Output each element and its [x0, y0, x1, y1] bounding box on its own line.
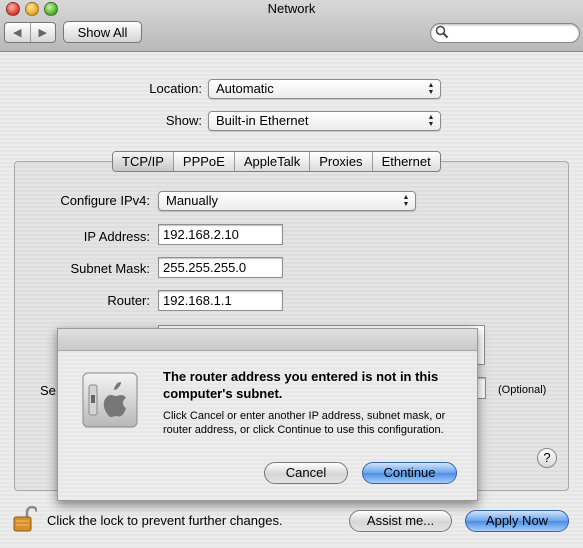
back-arrow-icon[interactable]: ◀: [5, 23, 31, 42]
apple-network-icon: [82, 372, 138, 428]
popup-arrows-icon: ▲ ▼: [427, 114, 435, 128]
show-value: Built-in Ethernet: [216, 113, 309, 128]
tab-tcpip[interactable]: TCP/IP: [113, 152, 173, 171]
alert-title: The router address you entered is not in…: [163, 369, 439, 401]
forward-arrow-icon[interactable]: ▶: [31, 23, 56, 42]
tab-appletalk[interactable]: AppleTalk: [233, 152, 309, 171]
toolbar: Network ◀ ▶ Show All: [0, 0, 583, 52]
window-title: Network: [267, 1, 316, 16]
continue-button[interactable]: Continue: [362, 462, 457, 484]
optional-label: (Optional): [498, 384, 547, 396]
location-popup[interactable]: Automatic ▲ ▼: [208, 79, 441, 99]
ip-address-field[interactable]: 192.168.2.10: [158, 224, 283, 245]
popup-arrows-icon: ▲ ▼: [402, 194, 410, 208]
tab-ethernet[interactable]: Ethernet: [371, 152, 440, 171]
show-label: Show:: [165, 113, 202, 128]
lock-text: Click the lock to prevent further change…: [47, 513, 283, 528]
help-button[interactable]: ?: [537, 448, 557, 468]
router-field[interactable]: 192.168.1.1: [158, 290, 283, 311]
subnet-mask-label: Subnet Mask:: [70, 261, 151, 276]
subnet-mask-field[interactable]: 255.255.255.0: [158, 257, 283, 278]
cancel-button[interactable]: Cancel: [264, 462, 348, 484]
tab-pppoe[interactable]: PPPoE: [172, 152, 234, 171]
alert-message: Click Cancel or enter another IP address…: [163, 410, 446, 436]
location-value: Automatic: [216, 81, 274, 96]
search-icon: [435, 25, 449, 39]
alert-sheet: The router address you entered is not in…: [57, 328, 478, 501]
assist-me-button[interactable]: Assist me...: [349, 510, 452, 532]
show-all-button[interactable]: Show All: [63, 21, 142, 43]
back-forward-control[interactable]: ◀ ▶: [4, 22, 56, 43]
sheet-header: [58, 329, 477, 351]
tab-bar: TCP/IP PPPoE AppleTalk Proxies Ethernet: [112, 151, 441, 172]
lock-icon[interactable]: [13, 506, 37, 532]
search-field[interactable]: [430, 23, 580, 43]
apply-now-button[interactable]: Apply Now: [465, 510, 569, 532]
location-label: Location:: [149, 81, 202, 96]
help-icon: ?: [543, 450, 551, 465]
configure-ipv4-popup[interactable]: Manually ▲ ▼: [158, 191, 416, 211]
popup-arrows-icon: ▲ ▼: [427, 82, 435, 96]
router-label: Router:: [107, 293, 150, 308]
configure-ipv4-label: Configure IPv4:: [60, 193, 150, 208]
ip-address-label: IP Address:: [83, 229, 150, 244]
tab-proxies[interactable]: Proxies: [309, 152, 371, 171]
show-popup[interactable]: Built-in Ethernet ▲ ▼: [208, 111, 441, 131]
network-preferences-window: Network ◀ ▶ Show All Location: Automatic…: [0, 0, 583, 548]
configure-ipv4-value: Manually: [166, 193, 219, 208]
